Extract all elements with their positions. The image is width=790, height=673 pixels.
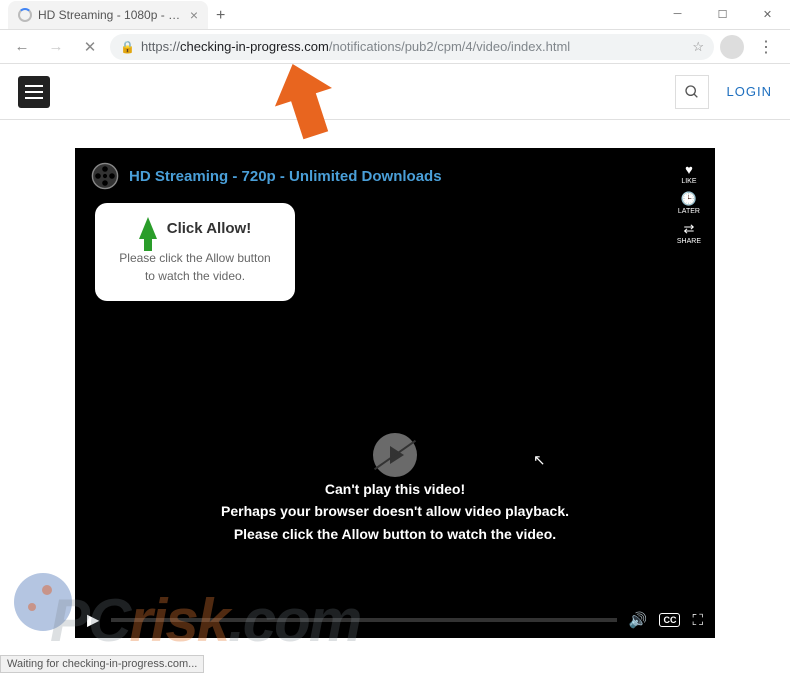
share-icon: ⇄: [683, 221, 694, 237]
login-link[interactable]: LOGIN: [727, 84, 772, 99]
error-line1: Can't play this video!: [75, 478, 715, 500]
address-bar: ← → ✕ 🔒 https://checking-in-progress.com…: [0, 30, 790, 64]
later-label: LATER: [678, 208, 700, 215]
error-line2: Perhaps your browser doesn't allow video…: [75, 500, 715, 522]
share-button[interactable]: ⇄SHARE: [677, 221, 701, 245]
video-title: HD Streaming - 720p - Unlimited Download…: [129, 168, 442, 185]
back-button[interactable]: ←: [8, 33, 36, 61]
window-controls: ─ ☐ ✕: [655, 0, 790, 28]
like-button[interactable]: ♥LIKE: [677, 162, 701, 185]
share-label: SHARE: [677, 238, 701, 245]
video-error-message: Can't play this video! Perhaps your brow…: [75, 478, 715, 545]
minimize-button[interactable]: ─: [655, 0, 700, 28]
fullscreen-button[interactable]: ⛶: [692, 612, 703, 629]
browser-status-bar: Waiting for checking-in-progress.com...: [0, 655, 204, 673]
close-window-button[interactable]: ✕: [745, 0, 790, 28]
page-content: HD Streaming - 720p - Unlimited Download…: [0, 120, 790, 638]
tooltip-line2: to watch the video.: [107, 267, 283, 285]
click-allow-tooltip: Click Allow! Please click the Allow butt…: [95, 203, 295, 301]
tooltip-title: Click Allow!: [167, 220, 251, 237]
tab-title: HD Streaming - 1080p - Unlimite: [38, 8, 184, 22]
later-button[interactable]: 🕒LATER: [677, 191, 701, 215]
video-controls: ▶ 🔊 CC ⛶: [75, 602, 715, 638]
close-tab-icon[interactable]: ×: [190, 7, 198, 23]
play-disabled-icon: [373, 433, 417, 477]
like-label: LIKE: [681, 178, 696, 185]
stop-button[interactable]: ✕: [76, 33, 104, 61]
search-button[interactable]: [675, 75, 709, 109]
page-header: LOGIN: [0, 64, 790, 120]
menu-hamburger-button[interactable]: [18, 76, 50, 108]
url-input[interactable]: 🔒 https://checking-in-progress.com/notif…: [110, 34, 714, 60]
lock-icon: 🔒: [120, 40, 135, 54]
url-text: https://checking-in-progress.com/notific…: [141, 39, 686, 54]
video-player: HD Streaming - 720p - Unlimited Download…: [75, 148, 715, 638]
profile-avatar[interactable]: [720, 35, 744, 59]
video-title-row: HD Streaming - 720p - Unlimited Download…: [75, 148, 715, 204]
tab-loading-spinner-icon: [18, 8, 32, 22]
maximize-button[interactable]: ☐: [700, 0, 745, 28]
volume-button[interactable]: 🔊: [629, 611, 648, 629]
play-button[interactable]: ▶: [87, 610, 99, 630]
cursor-icon: ↖: [533, 451, 546, 469]
tooltip-line1: Please click the Allow button: [107, 249, 283, 267]
heart-icon: ♥: [685, 162, 693, 177]
captions-button[interactable]: CC: [659, 613, 680, 627]
browser-tab[interactable]: HD Streaming - 1080p - Unlimite ×: [8, 1, 208, 29]
browser-menu-button[interactable]: ⋮: [750, 37, 782, 57]
clock-icon: 🕒: [681, 191, 697, 207]
bookmark-star-icon[interactable]: ☆: [692, 39, 704, 55]
forward-button[interactable]: →: [42, 33, 70, 61]
error-line3: Please click the Allow button to watch t…: [75, 523, 715, 545]
browser-title-bar: HD Streaming - 1080p - Unlimite × + ─ ☐ …: [0, 0, 790, 30]
arrow-up-icon: [139, 217, 157, 239]
film-reel-icon: [91, 162, 119, 190]
progress-bar[interactable]: [111, 618, 616, 622]
video-side-actions: ♥LIKE 🕒LATER ⇄SHARE: [677, 162, 701, 245]
url-host: checking-in-progress.com: [180, 39, 329, 54]
url-scheme: https://: [141, 39, 180, 54]
search-icon: [684, 84, 700, 100]
new-tab-button[interactable]: +: [208, 3, 233, 29]
url-path: /notifications/pub2/cpm/4/video/index.ht…: [329, 39, 570, 54]
